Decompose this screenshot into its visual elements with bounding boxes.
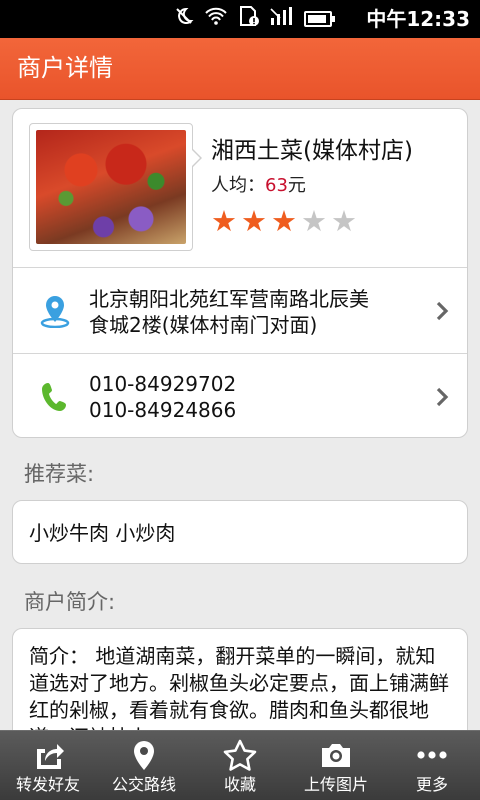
location-pin-icon — [134, 741, 154, 770]
share-label: 转发好友 — [15, 775, 80, 794]
more-dots-icon — [417, 751, 447, 759]
merchant-info-card: 湘西土菜(媒体村店) 人均：63元 ★ ★ ★ ★ ★ 北京朝阳北苑红军营南路北… — [12, 108, 468, 438]
upload-photo-label: 上传图片 — [303, 775, 368, 794]
dish-image — [36, 130, 186, 244]
share-icon — [37, 744, 64, 769]
star-icon: ★ — [211, 204, 237, 238]
status-bar: 中午12:33 — [0, 0, 480, 38]
signal-icon — [270, 6, 294, 32]
map-pin-icon — [40, 296, 70, 328]
bus-route-button[interactable]: 公交路线 — [96, 731, 192, 800]
title-bar: 商户详情 — [0, 38, 480, 100]
star-icon: ★ — [271, 204, 297, 238]
chevron-right-icon — [436, 301, 449, 321]
page-title: 商户详情 — [17, 54, 113, 82]
average-price-value: 63 — [265, 175, 288, 196]
star-icon: ★ — [331, 204, 357, 238]
star-icon: ★ — [241, 204, 267, 238]
wifi-icon — [204, 6, 228, 32]
bus-route-label: 公交路线 — [111, 775, 176, 794]
intro-heading: 商户简介: — [24, 590, 116, 614]
clock: 中午12:33 — [366, 7, 470, 31]
more-button[interactable]: 更多 — [384, 731, 480, 800]
recommended-card: 小炒牛肉 小炒肉 — [12, 500, 468, 564]
merchant-photo[interactable] — [29, 123, 193, 251]
average-price-unit: 元 — [287, 175, 306, 196]
favorite-label: 收藏 — [223, 775, 256, 794]
favorite-button[interactable]: 收藏 — [192, 731, 288, 800]
recommended-heading: 推荐菜: — [24, 462, 95, 486]
sim-alert-icon — [238, 5, 260, 33]
photo-pointer — [192, 149, 202, 167]
average-price: 人均：63元 — [211, 173, 306, 199]
status-icons — [174, 5, 335, 33]
address-line-2: 食城2楼(媒体村南门对面) — [89, 313, 318, 337]
address-text: 北京朝阳北苑红军营南路北辰美 食城2楼(媒体村南门对面) — [89, 286, 429, 338]
rating-stars: ★ ★ ★ ★ ★ — [211, 204, 357, 238]
star-outline-icon — [223, 739, 257, 771]
do-not-disturb-icon — [174, 6, 194, 32]
merchant-name: 湘西土菜(媒体村店) — [211, 138, 413, 164]
phone-row[interactable]: 010-84929702 010-84924866 — [13, 353, 467, 439]
share-button[interactable]: 转发好友 — [0, 731, 96, 800]
more-label: 更多 — [415, 775, 448, 794]
battery-icon — [304, 11, 335, 27]
address-row[interactable]: 北京朝阳北苑红军营南路北辰美 食城2楼(媒体村南门对面) — [13, 267, 467, 353]
upload-photo-button[interactable]: 上传图片 — [288, 731, 384, 800]
phone-icon — [42, 383, 66, 411]
phone-number-1: 010-84929702 — [89, 372, 237, 396]
phone-number-2: 010-84924866 — [89, 398, 237, 422]
recommended-dishes: 小炒牛肉 小炒肉 — [29, 521, 176, 545]
star-icon: ★ — [301, 204, 327, 238]
camera-icon — [322, 744, 350, 767]
phone-numbers: 010-84929702 010-84924866 — [89, 371, 236, 423]
address-line-1: 北京朝阳北苑红军营南路北辰美 — [89, 287, 369, 311]
chevron-right-icon — [436, 387, 449, 407]
average-price-label: 人均： — [211, 175, 265, 196]
bottom-toolbar: 转发好友 公交路线 收藏 上传图片 更多 — [0, 730, 480, 800]
